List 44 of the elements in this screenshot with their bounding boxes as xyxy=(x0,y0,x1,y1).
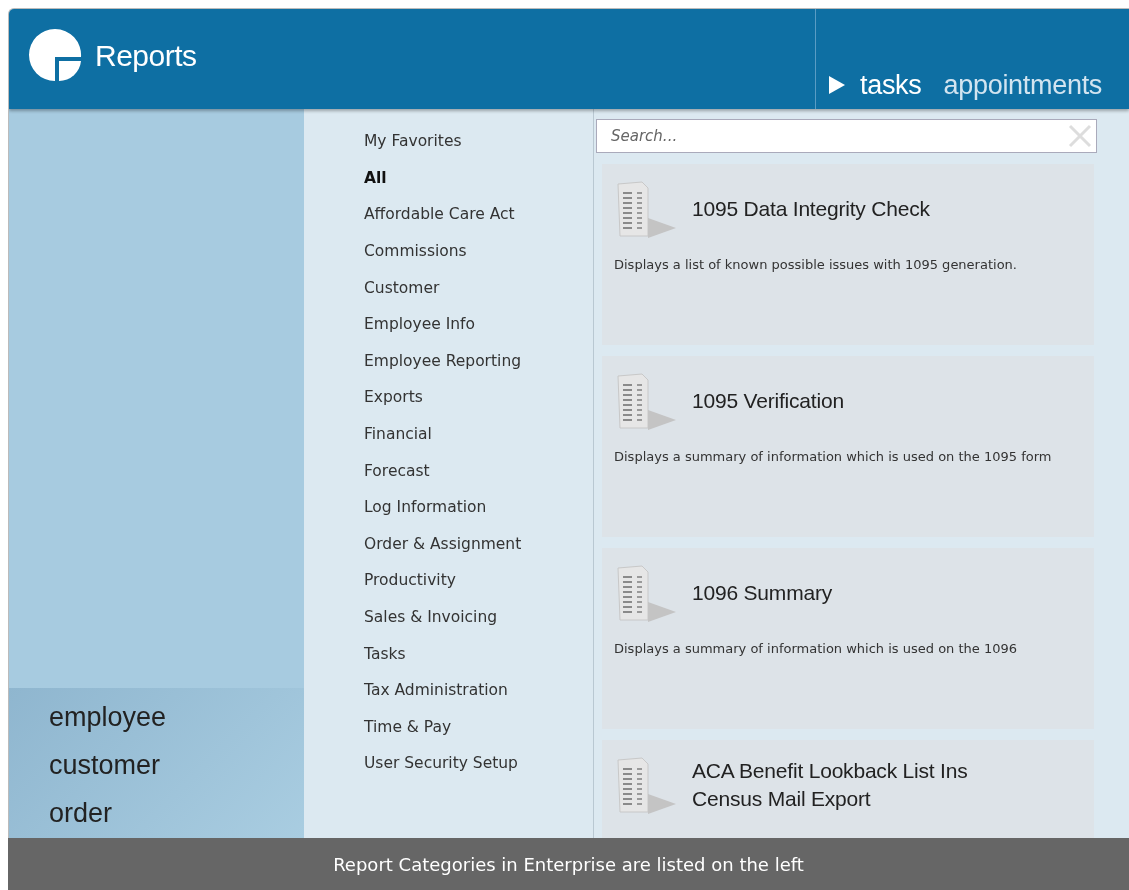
report-card[interactable]: 1095 Data Integrity Check Displays a list of known possible issues with 1095 generation. xyxy=(602,164,1094,345)
nav-link[interactable]: order xyxy=(49,794,113,832)
report-document-icon xyxy=(614,754,676,816)
category-item[interactable]: Log Information xyxy=(364,488,487,526)
category-item[interactable]: Affordable Care Act xyxy=(364,196,515,233)
report-card[interactable]: 1096 Summary Displays a summary of information which is used on the 1096 xyxy=(602,548,1094,729)
category-item[interactable]: Order & Assignment xyxy=(364,525,522,563)
report-document-icon xyxy=(614,370,676,432)
category-item[interactable]: Exports xyxy=(364,379,423,416)
category-item[interactable]: Employee Info xyxy=(364,305,476,343)
category-item[interactable]: Financial xyxy=(364,415,432,453)
search-field[interactable]: Search... xyxy=(596,119,1097,153)
nav-tab[interactable]: appointments xyxy=(943,64,1103,105)
category-item[interactable]: Employee Reporting xyxy=(364,342,522,380)
category-item[interactable]: Customer xyxy=(364,269,440,306)
category-item[interactable]: Forecast xyxy=(364,452,430,489)
category-item[interactable]: All xyxy=(364,159,387,197)
report-card[interactable]: 1095 Verification Displays a summary of information which is used on the 1095 form xyxy=(602,356,1094,537)
report-title: ACA Benefit Lookback List Ins Census Mail Export xyxy=(692,758,969,812)
report-title: 1095 Data Integrity Check xyxy=(692,196,930,222)
report-title: 1095 Verification xyxy=(692,388,844,414)
nav-tab[interactable]: tasks xyxy=(828,64,922,105)
report-document-icon xyxy=(614,178,676,240)
category-item[interactable]: Time & Pay xyxy=(364,708,452,746)
report-document-icon xyxy=(614,562,676,624)
logo-icon xyxy=(27,27,83,83)
report-card[interactable]: ACA Benefit Lookback List Ins Census Mail Export xyxy=(602,740,1094,838)
category-item[interactable]: Sales & Invoicing xyxy=(364,598,498,636)
report-title: 1096 Summary xyxy=(692,580,832,606)
category-item[interactable]: Tasks xyxy=(364,635,406,672)
category-item[interactable]: My Favorites xyxy=(364,123,462,160)
report-description: Displays a summary of information which is used on the 1096 xyxy=(614,640,1018,658)
category-item[interactable]: Productivity xyxy=(364,562,456,599)
play-icon xyxy=(828,74,846,95)
nav-link[interactable]: employee xyxy=(49,698,167,736)
nav-link[interactable]: customer xyxy=(49,746,161,784)
category-item[interactable]: Commissions xyxy=(364,232,467,270)
caption-text: Report Categories in Enterprise are listed on the left xyxy=(333,852,804,877)
clear-icon[interactable] xyxy=(1067,123,1093,149)
report-description: Displays a summary of information which is used on the 1095 form xyxy=(614,448,1053,466)
app-title: Reports xyxy=(95,37,197,74)
report-description: Displays a list of known possible issues with 1095 generation. xyxy=(614,256,1018,274)
category-item[interactable]: User Security Setup xyxy=(364,745,518,782)
category-item[interactable]: Tax Administration xyxy=(364,671,508,709)
